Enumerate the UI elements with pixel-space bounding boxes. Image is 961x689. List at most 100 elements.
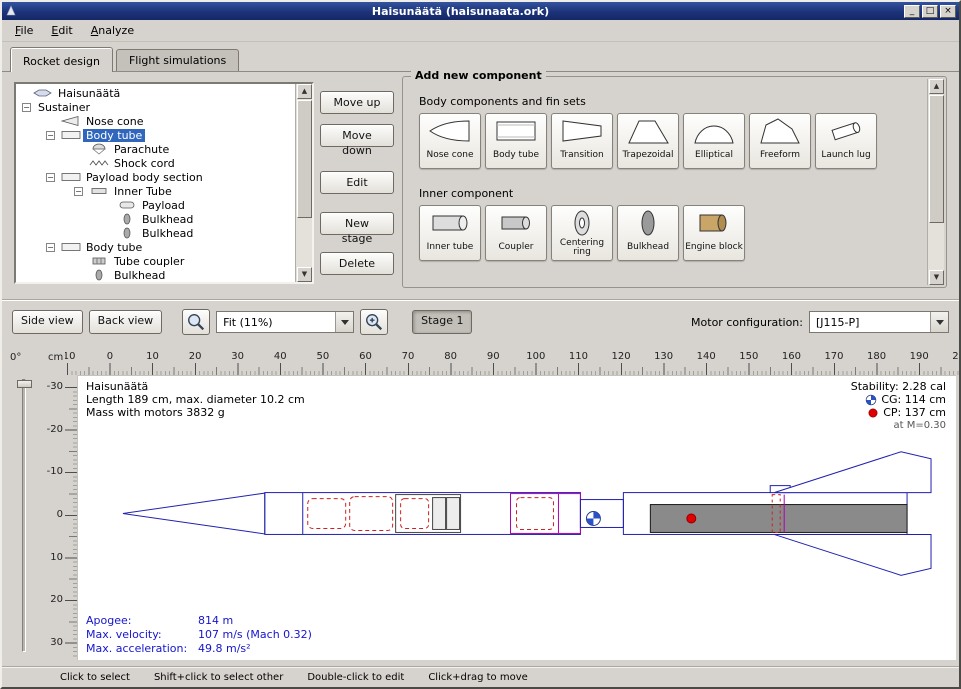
menu-file[interactable]: File (6, 21, 42, 40)
ruler-label: 140 (685, 351, 728, 363)
tree-item-label: Tube coupler (111, 255, 187, 268)
minimize-button[interactable]: _ (904, 5, 920, 18)
move-down-button[interactable]: Move down (320, 124, 394, 147)
rotation-slider[interactable] (22, 379, 26, 652)
tree-item-nose-cone[interactable]: − Nose cone (16, 114, 295, 128)
bulkhead-shape[interactable] (433, 498, 446, 530)
flight-info-block: Apogee: 814 m Max. velocity: 107 m/s (Ma… (86, 614, 312, 656)
add-trapezoidal-fin-button[interactable]: Trapezoidal (617, 113, 679, 169)
tree-expander: − (74, 257, 87, 266)
scroll-up-icon[interactable]: ▲ (297, 84, 312, 99)
scrollbar-thumb[interactable] (929, 95, 944, 223)
component-panel-scrollbar[interactable]: ▲ ▼ (927, 79, 944, 285)
scroll-down-icon[interactable]: ▼ (929, 270, 944, 285)
tree-item-body-tube-aft[interactable]: − Body tube (16, 240, 295, 254)
menu-edit[interactable]: Edit (42, 21, 81, 40)
zoom-out-button[interactable] (182, 309, 210, 335)
payload-shape[interactable] (517, 498, 554, 530)
tab-rocket-design[interactable]: Rocket design (10, 47, 113, 72)
ruler-label: 100 (515, 351, 558, 363)
close-button[interactable]: × (940, 5, 956, 18)
tree-item-bulkhead[interactable]: − Bulkhead (16, 212, 295, 226)
motor-configuration-select[interactable]: [J115-P] (809, 311, 949, 333)
tree-item-parachute[interactable]: − Parachute (16, 142, 295, 156)
add-centering-ring-button[interactable]: Centering ring (551, 205, 613, 261)
tree-item-rocket[interactable]: − Haisunäätä (16, 86, 295, 100)
add-freeform-fin-button[interactable]: Freeform (749, 113, 811, 169)
tree-item-payload[interactable]: − Payload (16, 198, 295, 212)
max-acceleration-value: 49.8 m/s² (198, 642, 251, 656)
tree-item-label: Sustainer (35, 101, 93, 114)
rotation-angle-value: 0° (10, 352, 21, 363)
tube-coupler-shape[interactable] (580, 500, 623, 528)
add-nose-cone-button[interactable]: Nose cone (419, 113, 481, 169)
shock-cord-shape[interactable] (308, 499, 346, 529)
bulkhead-icon (115, 213, 139, 225)
ruler-label: 70 (387, 351, 430, 363)
add-bulkhead-button[interactable]: Bulkhead (617, 205, 679, 261)
zoom-in-button[interactable] (360, 309, 388, 335)
delete-button[interactable]: Delete (320, 252, 394, 275)
add-elliptical-fin-button[interactable]: Elliptical (683, 113, 745, 169)
component-tree: − Haisunäätä − Sustainer − Nose cone (14, 82, 314, 284)
tree-expander-collapse-icon[interactable]: − (22, 103, 35, 112)
tree-expander-collapse-icon[interactable]: − (46, 243, 59, 252)
inner-tube-icon (428, 209, 472, 237)
component-button-label: Inner tube (427, 237, 474, 258)
inner-component-buttons: Inner tube Coupler Centering ring Bulkhe… (419, 205, 745, 261)
fin-shape-lower[interactable] (774, 534, 931, 575)
tree-expander: − (74, 271, 87, 280)
add-inner-tube-button[interactable]: Inner tube (419, 205, 481, 261)
add-engine-block-button[interactable]: Engine block (683, 205, 745, 261)
tree-scrollbar[interactable]: ▲ ▼ (295, 84, 312, 282)
tree-item-shock-cord[interactable]: − Shock cord (16, 156, 295, 170)
back-view-button[interactable]: Back view (89, 310, 163, 334)
menu-analyze[interactable]: Analyze (82, 21, 143, 40)
tree-item-tube-coupler[interactable]: − Tube coupler (16, 254, 295, 268)
tree-item-sustainer[interactable]: − Sustainer (16, 100, 295, 114)
tab-flight-simulations[interactable]: Flight simulations (116, 49, 239, 71)
add-transition-button[interactable]: Transition (551, 113, 613, 169)
tree-item-inner-tube[interactable]: − Inner Tube (16, 184, 295, 198)
body-component-buttons: Nose cone Body tube Transition Trapezoid… (419, 113, 877, 169)
scroll-down-icon[interactable]: ▼ (297, 267, 312, 282)
tree-item-bulkhead[interactable]: − Bulkhead (16, 268, 295, 282)
edit-button[interactable]: Edit (320, 171, 394, 194)
tree-expander-collapse-icon[interactable]: − (46, 173, 59, 182)
inner-component-label: Inner component (419, 187, 513, 200)
status-hint: Shift+click to select other (154, 672, 283, 683)
side-view-button[interactable]: Side view (12, 310, 83, 334)
bulkhead-shape[interactable] (447, 498, 460, 530)
bulkhead-icon (87, 269, 111, 281)
tree-item-payload-body-section[interactable]: − Payload body section (16, 170, 295, 184)
bulkhead-icon (626, 209, 670, 237)
chevron-down-icon[interactable] (335, 312, 353, 332)
stage-1-toggle[interactable]: Stage 1 (412, 310, 472, 334)
nose-cone-shape[interactable] (123, 493, 265, 534)
fin-shape-upper[interactable] (774, 452, 931, 493)
maximize-button[interactable]: □ (922, 5, 938, 18)
scrollbar-thumb[interactable] (297, 100, 312, 218)
scroll-up-icon[interactable]: ▲ (929, 79, 944, 94)
max-acceleration-label: Max. acceleration: (86, 642, 198, 656)
tree-expander-collapse-icon[interactable]: − (46, 131, 59, 140)
payload-shape[interactable] (401, 499, 429, 529)
new-stage-button[interactable]: New stage (320, 212, 394, 235)
tree-expander-collapse-icon[interactable]: − (74, 187, 87, 196)
tree-item-bulkhead[interactable]: − Bulkhead (16, 226, 295, 240)
zoom-select[interactable]: Fit (11%) (216, 311, 354, 333)
apogee-value: 814 m (198, 614, 233, 628)
tree-item-body-tube[interactable]: − Body tube (16, 128, 295, 142)
component-button-label: Trapezoidal (622, 145, 673, 166)
add-coupler-button[interactable]: Coupler (485, 205, 547, 261)
slider-thumb[interactable] (17, 380, 32, 388)
inner-tube-shape[interactable] (511, 494, 581, 534)
body-components-label: Body components and fin sets (419, 95, 586, 108)
titlebar: Haisunäätä (haisunaata.ork) _ □ × (2, 2, 959, 20)
add-launch-lug-button[interactable]: Launch lug (815, 113, 877, 169)
parachute-shape[interactable] (350, 497, 393, 531)
chevron-down-icon[interactable] (930, 312, 948, 332)
move-up-button[interactable]: Move up (320, 91, 394, 114)
add-body-tube-button[interactable]: Body tube (485, 113, 547, 169)
rocket-canvas[interactable]: Haisunäätä Length 189 cm, max. diameter … (77, 375, 956, 660)
